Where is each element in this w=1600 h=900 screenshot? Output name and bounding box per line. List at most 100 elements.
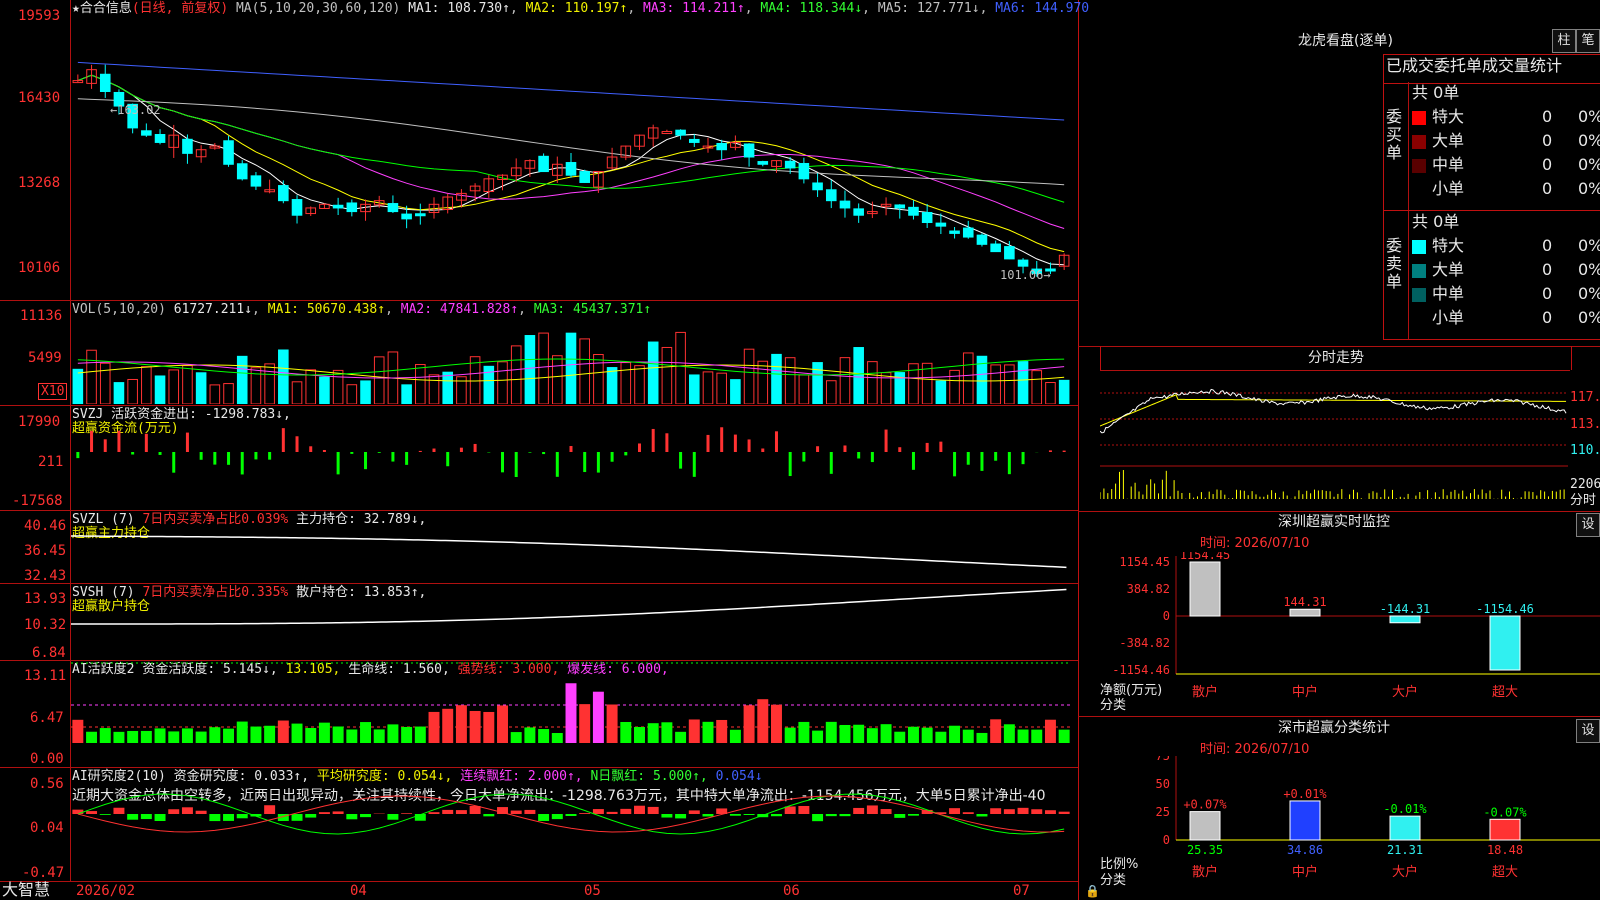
- sz-class-settings-button[interactable]: 设: [1576, 719, 1600, 743]
- volume-chart[interactable]: [71, 318, 1077, 404]
- active-bar: [1058, 729, 1070, 743]
- intraday-chart[interactable]: [1100, 371, 1568, 511]
- color-swatch: [1412, 311, 1426, 326]
- intraday-avg-line: [1100, 394, 1567, 427]
- class-bar: [1489, 818, 1521, 841]
- volume-bar: [771, 353, 782, 404]
- active-bar: [866, 728, 878, 743]
- active-bar: [716, 719, 728, 743]
- brand-label: 大智慧: [2, 880, 51, 899]
- stroke-view-button[interactable]: 笔: [1576, 29, 1600, 53]
- svzl-chart[interactable]: [71, 511, 1077, 583]
- svzj-chart[interactable]: [71, 406, 1077, 510]
- volume-bar: [1004, 364, 1015, 404]
- retail-holding-line: [71, 588, 1067, 625]
- class-value-label: 21.31: [1387, 843, 1423, 857]
- active-bar: [483, 711, 495, 743]
- sell-row-pct: 0%: [1578, 308, 1600, 327]
- volume-bar: [346, 384, 358, 404]
- active-bar: [702, 721, 714, 743]
- sell-row-pct: 0%: [1578, 260, 1600, 279]
- candle-body: [1017, 259, 1029, 267]
- sz-monitor-y-title: 净额(万元): [1100, 683, 1163, 698]
- volume-bar: [853, 347, 864, 404]
- active-bar: [360, 722, 371, 743]
- chart-mode[interactable]: (日线, 前复权): [132, 1, 228, 16]
- research-bar: [839, 814, 851, 817]
- ma-line-6: [77, 61, 1065, 121]
- volume-bar: [497, 361, 508, 404]
- active-bar: [688, 719, 700, 743]
- column-view-button[interactable]: 柱: [1552, 29, 1576, 53]
- intraday-vol-label: 2206: [1570, 477, 1600, 492]
- sz-class-chart[interactable]: 75 50 25 0 +0.07% 25.35 散户 +0.01% 34.86 中户 -0.01% 2…: [1100, 756, 1600, 900]
- research-bar: [181, 807, 193, 814]
- ai-active-chart[interactable]: [71, 661, 1077, 767]
- buy-row-label: 大单: [1432, 131, 1465, 150]
- volume-bar: [702, 371, 714, 404]
- volume-bar: [935, 380, 947, 404]
- research-bar: [442, 809, 454, 814]
- ma6-value: MA6: 144.970: [995, 1, 1090, 16]
- price-chart[interactable]: [71, 18, 1077, 300]
- ai-research-chart[interactable]: [71, 768, 1077, 880]
- sz-monitor-chart[interactable]: 1154.45 384.82 0 -384.82 -1154.46 1154.45 散户 14…: [1100, 552, 1600, 716]
- research-bar: [1058, 811, 1070, 814]
- buy-row-pct: 0%: [1578, 107, 1600, 126]
- buy-row-pct: 0%: [1578, 155, 1600, 174]
- y-tick-label: 0: [1163, 833, 1170, 847]
- svzl-y-label: 32.43: [24, 568, 67, 584]
- volume-bar: [236, 355, 248, 404]
- y-tick-label: 0: [1163, 609, 1170, 623]
- active-bar: [346, 729, 358, 743]
- volume-bar: [784, 357, 796, 404]
- active-bar: [209, 727, 221, 743]
- color-swatch: [1412, 182, 1426, 197]
- ma2-value: MA2: 110.197↑: [525, 1, 628, 16]
- y-tick-label: 25: [1156, 805, 1170, 819]
- dragon-tiger-title: 龙虎看盘(逐单): [1298, 33, 1393, 49]
- vol-unit: X10: [38, 383, 68, 400]
- volume-bar: [867, 361, 878, 404]
- research-bar: [907, 814, 919, 816]
- volume-bar: [154, 375, 166, 404]
- research-bar: [743, 814, 755, 815]
- volume-bar: [72, 368, 84, 404]
- research-bar: [894, 814, 906, 818]
- active-bar: [757, 699, 769, 743]
- research-bar: [1003, 809, 1015, 814]
- active-bar: [127, 730, 139, 743]
- sell-row-label: 中单: [1432, 284, 1465, 303]
- candle-body: [784, 160, 796, 169]
- research-bar: [990, 808, 1002, 814]
- category-label: 散户: [1192, 684, 1218, 700]
- research-bar: [195, 810, 207, 814]
- svzj-y-label: 211: [38, 454, 64, 470]
- ma3-value: MA3: 114.211↑: [643, 1, 745, 16]
- category-label: 大户: [1392, 864, 1418, 880]
- star-icon[interactable]: ★: [72, 1, 80, 16]
- active-bar: [455, 705, 467, 743]
- svsh-chart[interactable]: [71, 584, 1077, 660]
- research-bar: [113, 807, 125, 814]
- research-bar: [209, 814, 221, 822]
- research-bar: [72, 809, 84, 814]
- candle-body: [962, 227, 974, 238]
- volume-bar: [1045, 382, 1056, 404]
- sell-row-value: 0: [1542, 236, 1553, 255]
- stock-title[interactable]: 合合信息: [80, 1, 132, 16]
- candle-body: [387, 203, 399, 213]
- svsh-y-label: 10.32: [24, 617, 67, 633]
- sz-monitor-settings-button[interactable]: 设: [1576, 513, 1600, 537]
- research-bar: [551, 814, 563, 820]
- active-bar: [236, 721, 248, 743]
- buy-side-label: 委买单: [1386, 107, 1403, 162]
- volume-bar: [620, 362, 632, 404]
- class-value-label: 18.48: [1487, 843, 1523, 857]
- vol-ma3: MA3: 45437.371↑: [533, 302, 652, 317]
- svzj-y-label: -17568: [12, 493, 63, 509]
- sz-class-title: 深市超赢分类统计: [1278, 720, 1390, 736]
- volume-bar: [675, 331, 686, 404]
- lock-icon[interactable]: 🔒: [1085, 884, 1100, 898]
- buy-row: 中单 0 0%: [1412, 156, 1600, 174]
